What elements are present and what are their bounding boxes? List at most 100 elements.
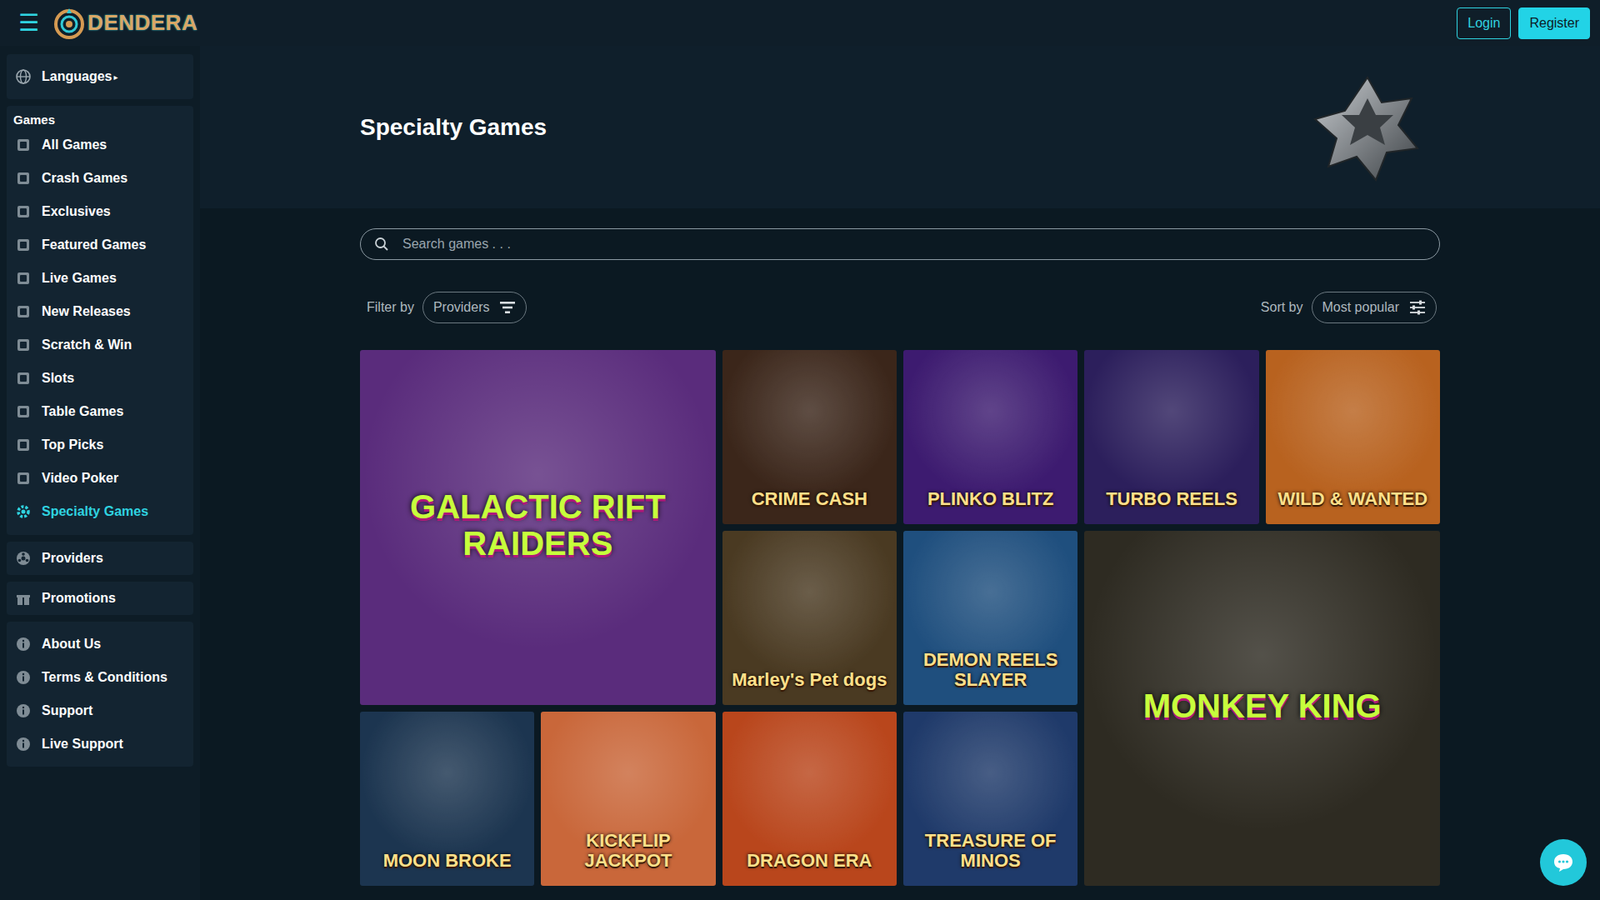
game-title: WILD & WANTED bbox=[1277, 489, 1428, 510]
game-tile[interactable]: GALACTIC RIFT RAIDERS bbox=[360, 350, 716, 705]
category-icon bbox=[15, 236, 32, 254]
info-icon bbox=[15, 702, 32, 720]
game-tile[interactable]: MONKEY KING bbox=[1084, 530, 1440, 886]
sidebar-item[interactable]: Video Poker bbox=[6, 461, 194, 495]
gift-icon bbox=[15, 590, 32, 607]
star-badge-icon bbox=[1305, 73, 1430, 182]
top-bar: ☰ DENDERA Login Register bbox=[0, 0, 1600, 46]
sidebar-item[interactable]: Featured Games bbox=[6, 228, 194, 262]
sort-control: Sort by Most popular bbox=[1260, 291, 1437, 324]
auth-buttons: Login Register bbox=[1456, 7, 1590, 40]
controls-row: Filter by Providers Sort by Most popular bbox=[360, 291, 1440, 324]
sidebar-item[interactable]: Promotions bbox=[6, 581, 194, 615]
sidebar-item[interactable]: Providers bbox=[6, 541, 194, 575]
game-title: TURBO REELS bbox=[1105, 489, 1238, 510]
category-icon bbox=[15, 270, 32, 287]
game-tile[interactable]: TREASURE OF MINOS bbox=[903, 711, 1078, 886]
game-title: DEMON REELS SLAYER bbox=[910, 650, 1071, 690]
category-icon bbox=[15, 436, 32, 454]
category-icon bbox=[15, 336, 32, 354]
filter-label: Filter by bbox=[366, 300, 415, 315]
sidebar-item[interactable]: Live Support bbox=[6, 727, 194, 761]
category-icon bbox=[15, 470, 32, 487]
category-icon bbox=[15, 503, 32, 520]
filter-icon bbox=[499, 300, 516, 315]
game-title: TREASURE OF MINOS bbox=[910, 830, 1071, 871]
page-body: Languages ▸ Games All Games Crash Games … bbox=[0, 45, 1600, 900]
search-input[interactable] bbox=[400, 235, 1426, 253]
languages-panel: Languages ▸ bbox=[6, 54, 194, 100]
info-icon bbox=[15, 669, 32, 686]
game-tile[interactable]: MOON BROKE bbox=[360, 711, 535, 886]
providers-filter-button[interactable]: Providers bbox=[422, 291, 528, 324]
sidebar-item[interactable]: Top Picks bbox=[6, 428, 194, 462]
providers-panel: Providers bbox=[6, 541, 194, 575]
game-tile[interactable]: DRAGON ERA bbox=[722, 711, 897, 886]
games-panel: Games All Games Crash Games Exclusives F… bbox=[6, 105, 194, 535]
category-icon bbox=[15, 136, 32, 154]
sidebar-item[interactable]: Specialty Games bbox=[6, 495, 194, 529]
games-heading: Games bbox=[6, 111, 194, 129]
menu-button[interactable]: ☰ bbox=[18, 11, 40, 35]
sidebar-item[interactable]: Slots bbox=[6, 361, 194, 395]
main-content: Specialty Games Filter by Providers Sort… bbox=[200, 45, 1600, 900]
category-icon bbox=[15, 303, 32, 320]
register-button[interactable]: Register bbox=[1518, 7, 1590, 40]
globe-icon bbox=[15, 68, 32, 85]
sidebar-item[interactable]: Terms & Conditions bbox=[6, 660, 194, 695]
game-tile[interactable]: KICKFLIP JACKPOT bbox=[540, 711, 715, 886]
logo-ring-icon bbox=[52, 6, 86, 40]
category-icon bbox=[15, 203, 32, 220]
game-title: DRAGON ERA bbox=[746, 850, 872, 871]
game-title: CRIME CASH bbox=[751, 489, 868, 510]
game-title: KICKFLIP JACKPOT bbox=[547, 830, 709, 871]
info-icon bbox=[15, 635, 32, 653]
sidebar-item[interactable]: Table Games bbox=[6, 395, 194, 429]
game-title: MONKEY KING bbox=[1143, 687, 1382, 725]
info-panel: About Us Terms & Conditions Support Live… bbox=[6, 621, 194, 767]
logo[interactable]: DENDERA bbox=[52, 6, 198, 40]
category-icon bbox=[15, 170, 32, 187]
sidebar-item[interactable]: Support bbox=[6, 694, 194, 728]
sidebar-item[interactable]: Live Games bbox=[6, 261, 194, 295]
promotions-panel: Promotions bbox=[6, 581, 194, 615]
game-title: Marley's Pet dogs bbox=[731, 670, 887, 690]
sliders-icon bbox=[1409, 300, 1426, 315]
game-tile[interactable]: DEMON REELS SLAYER bbox=[903, 530, 1078, 705]
sidebar-item[interactable]: New Releases bbox=[6, 295, 194, 329]
sidebar: Languages ▸ Games All Games Crash Games … bbox=[0, 45, 200, 900]
game-tile[interactable]: CRIME CASH bbox=[722, 350, 897, 525]
page-title: Specialty Games bbox=[360, 114, 547, 141]
sidebar-item[interactable]: About Us bbox=[6, 627, 194, 661]
game-tile[interactable]: TURBO REELS bbox=[1084, 350, 1259, 525]
game-title: PLINKO BLITZ bbox=[927, 489, 1055, 510]
page-header: Specialty Games bbox=[200, 45, 1600, 209]
game-tile[interactable]: Marley's Pet dogs bbox=[722, 530, 897, 705]
login-button[interactable]: Login bbox=[1456, 7, 1511, 40]
game-tile[interactable]: PLINKO BLITZ bbox=[903, 350, 1078, 525]
logo-text: DENDERA bbox=[87, 10, 198, 36]
chat-bubble-icon bbox=[1552, 852, 1575, 873]
filter-control: Filter by Providers bbox=[366, 291, 527, 324]
sidebar-item[interactable]: Scratch & Win bbox=[6, 328, 194, 362]
sort-button[interactable]: Most popular bbox=[1311, 291, 1438, 324]
providers-icon bbox=[15, 550, 32, 567]
game-title: MOON BROKE bbox=[383, 850, 512, 871]
search-icon bbox=[374, 236, 390, 252]
languages-item[interactable]: Languages ▸ bbox=[6, 60, 194, 94]
casino-app: ☰ DENDERA Login Register Languages ▸ Gam… bbox=[0, 0, 1600, 900]
category-icon bbox=[15, 370, 32, 387]
caret-icon: ▸ bbox=[113, 72, 118, 82]
game-grid: GALACTIC RIFT RAIDERS CRIME CASH PLINKO BL… bbox=[360, 350, 1440, 886]
sidebar-item[interactable]: Exclusives bbox=[6, 195, 194, 229]
game-title: GALACTIC RIFT RAIDERS bbox=[366, 488, 710, 562]
sidebar-item[interactable]: Crash Games bbox=[6, 161, 194, 195]
sidebar-item[interactable]: All Games bbox=[6, 128, 194, 162]
category-icon bbox=[15, 403, 32, 420]
info-icon bbox=[15, 735, 32, 753]
search-field[interactable] bbox=[360, 228, 1440, 260]
sort-label: Sort by bbox=[1260, 300, 1304, 315]
game-tile[interactable]: WILD & WANTED bbox=[1265, 350, 1440, 525]
games-section: Filter by Providers Sort by Most popular… bbox=[360, 208, 1440, 886]
chat-button[interactable] bbox=[1540, 839, 1587, 886]
